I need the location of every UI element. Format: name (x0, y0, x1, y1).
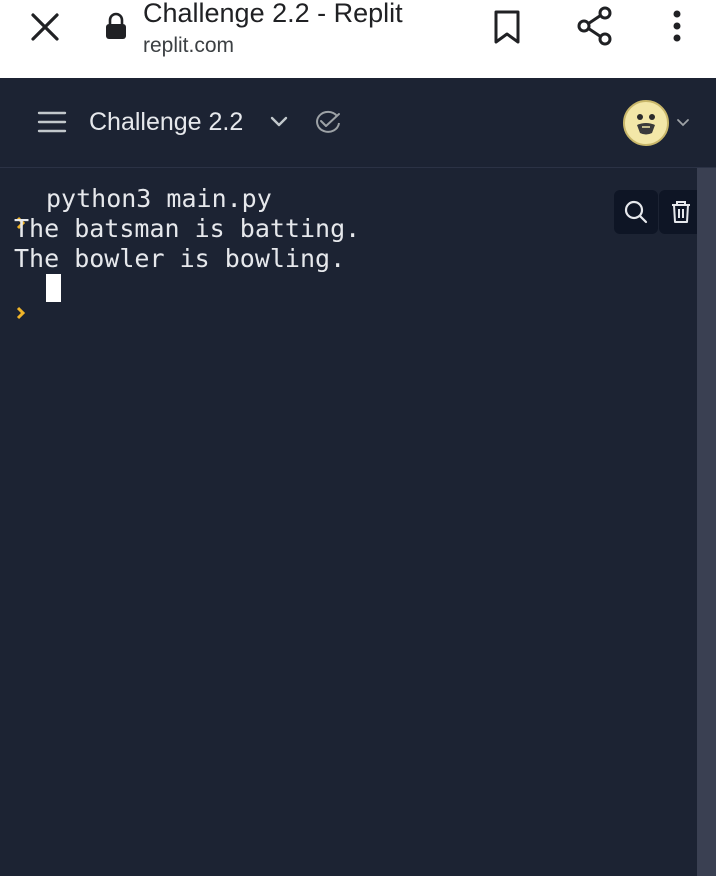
browser-toolbar: Challenge 2.2 - Replit replit.com (0, 0, 716, 78)
output-line: The batsman is batting. (14, 214, 361, 243)
trash-icon (672, 201, 690, 223)
more-vert-icon[interactable] (662, 8, 692, 46)
command-text: python3 main.py (46, 184, 272, 213)
command-line: python3 main.py (14, 184, 360, 230)
scrollbar[interactable] (697, 168, 716, 876)
lock-icon (104, 12, 128, 40)
checkmark-badge-icon[interactable] (313, 110, 343, 134)
url-text[interactable]: replit.com (143, 34, 234, 58)
chevron-down-icon[interactable] (676, 116, 690, 128)
input-line[interactable] (14, 274, 360, 320)
search-icon (624, 200, 648, 224)
bookmark-icon[interactable] (492, 8, 522, 46)
replit-header: Challenge 2.2 (0, 78, 716, 168)
hamburger-menu-icon[interactable] (36, 109, 68, 135)
search-button[interactable] (614, 190, 658, 234)
console-output[interactable]: python3 main.py The batsman is batting. … (0, 168, 703, 876)
share-icon[interactable] (576, 6, 614, 46)
close-icon[interactable] (26, 8, 64, 46)
page-title: Challenge 2.2 - Replit (143, 0, 403, 28)
text-cursor (46, 274, 61, 302)
output-line: The bowler is bowling. (14, 244, 346, 273)
chevron-down-icon[interactable] (268, 112, 290, 132)
project-name[interactable]: Challenge 2.2 (89, 108, 243, 137)
avatar[interactable] (623, 100, 669, 146)
